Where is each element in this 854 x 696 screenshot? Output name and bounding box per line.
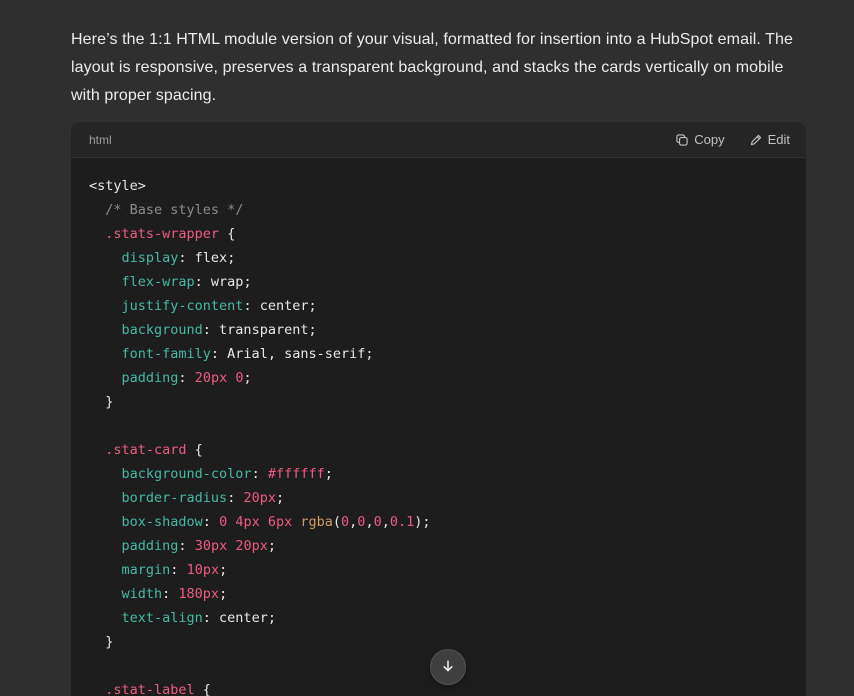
- arrow-down-icon: [440, 658, 456, 677]
- scroll-to-bottom-button[interactable]: [430, 649, 466, 685]
- assistant-message-text: Here’s the 1:1 HTML module version of yo…: [71, 26, 808, 110]
- edit-icon: [749, 133, 763, 147]
- chat-message-area: Here’s the 1:1 HTML module version of yo…: [71, 0, 808, 696]
- edit-button-label: Edit: [768, 132, 790, 147]
- code-content: <style> /* Base styles */ .stats-wrapper…: [71, 158, 806, 696]
- edit-button[interactable]: Edit: [747, 128, 792, 151]
- copy-button[interactable]: Copy: [673, 128, 726, 151]
- copy-button-label: Copy: [694, 132, 724, 147]
- code-actions: Copy Edit: [673, 128, 792, 151]
- copy-icon: [675, 133, 689, 147]
- code-language-label: html: [89, 133, 112, 147]
- code-block-header: html Copy: [71, 122, 806, 158]
- code-block: html Copy: [71, 122, 806, 696]
